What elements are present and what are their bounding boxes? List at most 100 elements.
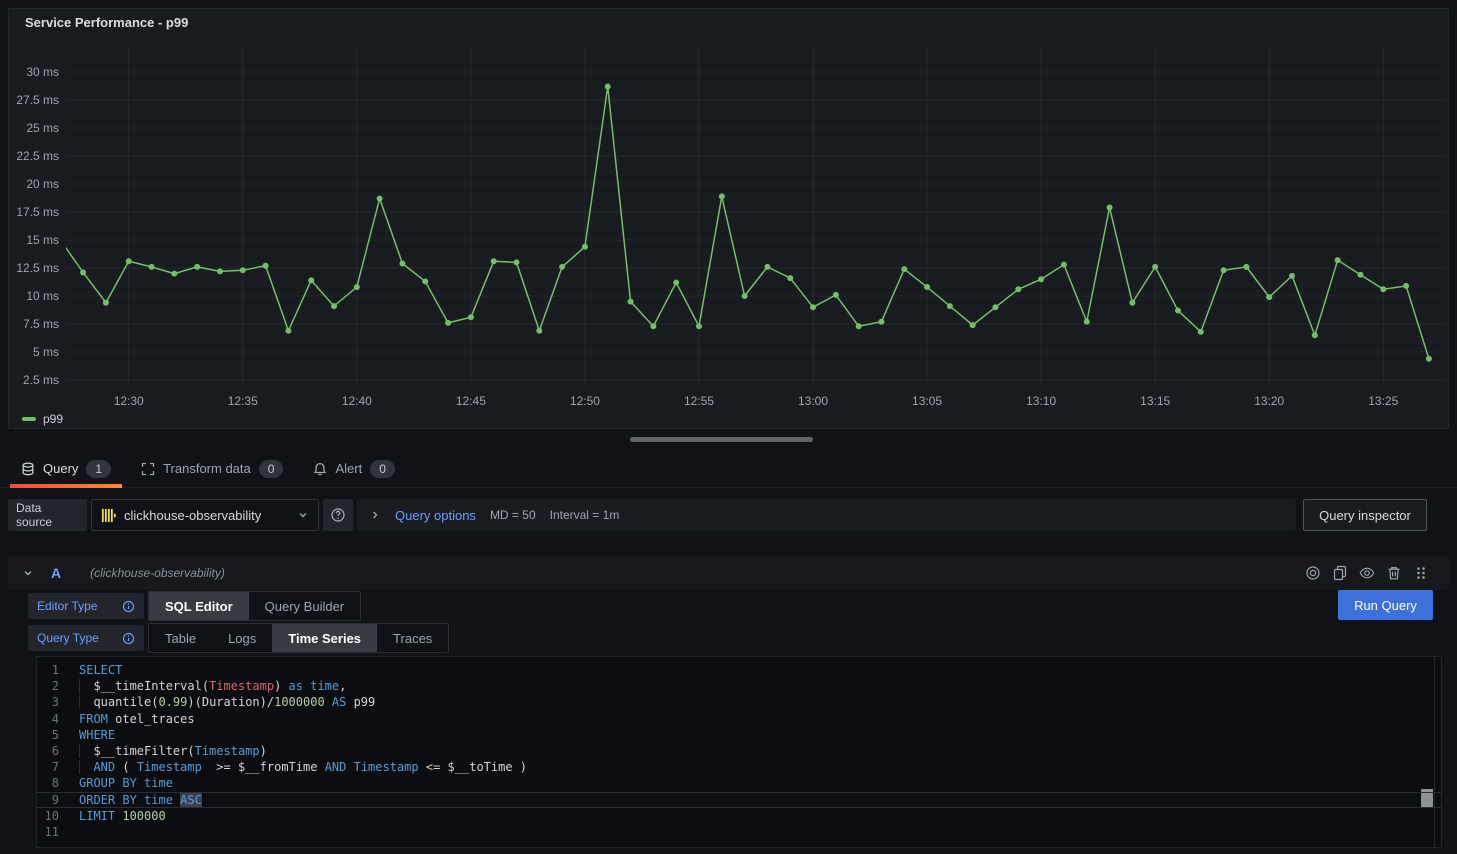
svg-text:13:25: 13:25 [1368, 394, 1398, 408]
query-options-link[interactable]: Query options [395, 508, 476, 523]
tab-count-badge: 0 [259, 460, 284, 478]
bell-icon [313, 462, 327, 476]
tab-alert[interactable]: Alert 0 [302, 450, 405, 487]
editor-type-option-sql-editor[interactable]: SQL Editor [149, 592, 249, 620]
svg-text:13:00: 13:00 [798, 394, 828, 408]
query-row-header: A (clickhouse-observability) [8, 556, 1449, 590]
editor-type-radio-group: SQL EditorQuery Builder [148, 591, 361, 621]
database-icon [21, 462, 35, 476]
svg-text:30 ms: 30 ms [26, 65, 59, 79]
panel-editor-tabs: Query 1 Transform data 0 Alert 0 [0, 450, 1457, 488]
code-line-1: 1SELECT [37, 662, 1441, 678]
query-type-option-time-series[interactable]: Time Series [272, 624, 377, 652]
hide-response-eye-icon[interactable] [1359, 565, 1375, 581]
active-tab-underline [10, 484, 122, 488]
query-inspector-button[interactable]: Query inspector [1303, 499, 1427, 531]
code-line-6: 6 $__timeFilter(Timestamp) [37, 743, 1441, 759]
disable-query-icon[interactable] [1305, 565, 1321, 581]
svg-text:7.5 ms: 7.5 ms [23, 317, 59, 331]
query-datasource-hint: (clickhouse-observability) [90, 566, 225, 580]
max-data-points-value: MD = 50 [490, 508, 536, 522]
svg-text:27.5 ms: 27.5 ms [16, 93, 59, 107]
info-icon[interactable] [122, 632, 135, 645]
svg-text:12:55: 12:55 [684, 394, 714, 408]
svg-text:12:35: 12:35 [228, 394, 258, 408]
question-circle-icon [330, 507, 346, 523]
code-line-5: 5WHERE [37, 727, 1441, 743]
line-number: 2 [37, 678, 59, 694]
datasource-help-button[interactable] [323, 499, 353, 531]
line-number: 5 [37, 727, 59, 743]
line-number: 1 [37, 662, 59, 678]
query-type-option-table[interactable]: Table [149, 624, 212, 652]
line-number: 10 [37, 808, 59, 824]
svg-text:13:20: 13:20 [1254, 394, 1284, 408]
transform-icon [141, 462, 155, 476]
tab-label: Query [43, 461, 78, 476]
query-type-radio-group: TableLogsTime SeriesTraces [148, 623, 449, 653]
svg-text:22.5 ms: 22.5 ms [16, 149, 59, 163]
svg-text:12:45: 12:45 [456, 394, 486, 408]
svg-text:5 ms: 5 ms [33, 345, 59, 359]
datasource-label: Data source [8, 499, 87, 531]
svg-text:20 ms: 20 ms [26, 177, 59, 191]
clickhouse-logo-icon [101, 508, 116, 523]
query-options-bar: Query options MD = 50 Interval = 1m [357, 499, 1296, 531]
sql-code-editor[interactable]: 1SELECT2 $__timeInterval(Timestamp) as t… [36, 656, 1442, 848]
duplicate-query-icon[interactable] [1332, 565, 1348, 581]
svg-text:12.5 ms: 12.5 ms [16, 261, 59, 275]
tab-label: Transform data [163, 461, 251, 476]
svg-text:12:40: 12:40 [342, 394, 372, 408]
tab-count-badge: 1 [86, 460, 111, 478]
chevron-down-icon [297, 509, 309, 521]
code-line-11: 11 [37, 824, 1441, 840]
svg-text:2.5 ms: 2.5 ms [23, 373, 59, 387]
tab-query[interactable]: Query 1 [10, 450, 122, 487]
query-row-actions [1305, 565, 1435, 581]
datasource-value: clickhouse-observability [124, 508, 261, 523]
code-line-7: 7 AND ( Timestamp >= $__fromTime AND Tim… [37, 759, 1441, 775]
line-number: 6 [37, 743, 59, 759]
code-line-9: 9ORDER BY time ASC [37, 792, 1441, 808]
svg-text:17.5 ms: 17.5 ms [16, 205, 59, 219]
tab-label: Alert [335, 461, 362, 476]
timeseries-chart[interactable]: 12:3012:3512:4012:4512:5012:5513:0013:05… [9, 9, 1448, 428]
query-ref-id: A [51, 565, 61, 581]
collapse-chevron-icon[interactable] [22, 567, 34, 579]
line-number: 11 [37, 824, 59, 840]
panel-title: Service Performance - p99 [25, 15, 188, 30]
line-number: 7 [37, 759, 59, 775]
legend-item-p99[interactable]: p99 [22, 412, 63, 426]
datasource-toolbar: Data source clickhouse-observability Que… [0, 499, 1457, 531]
code-line-2: 2 $__timeInterval(Timestamp) as time, [37, 678, 1441, 694]
code-line-4: 4FROM otel_traces [37, 711, 1441, 727]
query-type-label: Query Type [28, 625, 144, 651]
svg-text:13:15: 13:15 [1140, 394, 1170, 408]
run-query-button[interactable]: Run Query [1338, 590, 1433, 620]
code-line-3: 3 quantile(0.99)(Duration)/1000000 AS p9… [37, 694, 1441, 710]
legend-label: p99 [43, 412, 63, 426]
editor-type-label-text: Editor Type [37, 599, 97, 613]
query-type-option-traces[interactable]: Traces [377, 624, 448, 652]
drag-handle-icon[interactable] [1413, 565, 1429, 581]
line-number: 9 [37, 792, 59, 808]
svg-text:13:10: 13:10 [1026, 394, 1056, 408]
chevron-right-icon[interactable] [369, 509, 381, 521]
legend-swatch [22, 417, 36, 421]
query-type-label-text: Query Type [37, 631, 99, 645]
datasource-select[interactable]: clickhouse-observability [91, 499, 319, 531]
tab-count-badge: 0 [370, 460, 395, 478]
remove-query-trash-icon[interactable] [1386, 565, 1402, 581]
query-type-option-logs[interactable]: Logs [212, 624, 272, 652]
line-number: 4 [37, 711, 59, 727]
svg-text:15 ms: 15 ms [26, 233, 59, 247]
info-icon[interactable] [122, 600, 135, 613]
svg-text:25 ms: 25 ms [26, 121, 59, 135]
editor-type-option-query-builder[interactable]: Query Builder [249, 592, 360, 620]
horizontal-scrollbar-thumb[interactable] [630, 437, 813, 442]
line-number: 8 [37, 775, 59, 791]
code-line-8: 8GROUP BY time [37, 775, 1441, 791]
tab-transform-data[interactable]: Transform data 0 [130, 450, 294, 487]
svg-text:12:30: 12:30 [114, 394, 144, 408]
svg-text:10 ms: 10 ms [26, 289, 59, 303]
